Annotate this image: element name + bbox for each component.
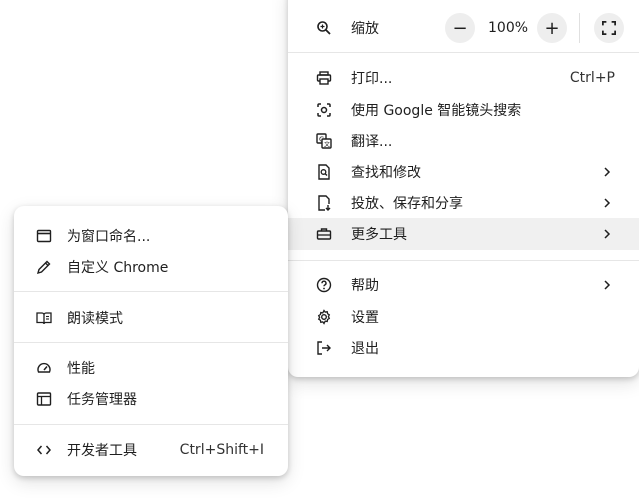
chevron-right-icon [604,167,611,177]
gear-icon [315,308,333,326]
chrome-main-menu: 缩放 − 100% + 打印... Ctrl+P 使用 Google 智能镜头搜… [288,0,639,377]
toolbox-icon [315,225,333,243]
menu-item-label: 朗读模式 [67,311,123,327]
zoom-icon [315,19,333,37]
submenu-item-developer-tools[interactable]: 开发者工具 Ctrl+Shift+I [14,434,288,466]
exit-icon [315,339,333,357]
chevron-right-icon [604,280,611,290]
menu-item-label: 任务管理器 [67,392,137,408]
code-icon [35,441,53,459]
translate-icon: G文 [315,132,333,150]
menu-item-print[interactable]: 打印... Ctrl+P [288,62,639,94]
speedometer-icon [35,359,53,377]
menu-item-label: 打印... [351,71,393,87]
zoom-separator [579,13,580,43]
more-tools-submenu: 为窗口命名... 自定义 Chrome 朗读模式 性能 任务管理器 开发者工具 … [14,206,288,476]
menu-item-exit[interactable]: 退出 [288,332,639,364]
menu-item-label: 退出 [351,341,379,357]
menu-item-settings[interactable]: 设置 [288,301,639,333]
menu-item-find-edit[interactable]: 查找和修改 [288,156,639,188]
submenu-item-task-manager[interactable]: 任务管理器 [14,383,288,415]
pencil-icon [35,258,53,276]
menu-item-label: 自定义 Chrome [67,260,169,276]
reading-mode-icon [35,309,53,327]
menu-item-label: 投放、保存和分享 [351,196,463,212]
cast-save-share-icon [315,194,333,212]
divider [288,52,639,53]
zoom-row: 缩放 − 100% + [288,12,639,44]
zoom-label: 缩放 [351,21,379,37]
help-icon [315,276,333,294]
menu-item-label: 性能 [67,361,95,377]
chevron-right-icon [604,198,611,208]
chevron-right-icon [604,229,611,239]
zoom-level: 100% [488,20,529,36]
submenu-item-performance[interactable]: 性能 [14,352,288,384]
submenu-item-reading-mode[interactable]: 朗读模式 [14,302,288,334]
divider [288,260,639,261]
divider [14,291,288,292]
zoom-out-button[interactable]: − [445,13,475,43]
menu-item-label: 开发者工具 [67,443,137,459]
fullscreen-button[interactable] [594,13,624,43]
shortcut-label: Ctrl+P [569,70,615,86]
submenu-item-name-window[interactable]: 为窗口命名... [14,220,288,252]
menu-item-translate[interactable]: G文 翻译... [288,125,639,157]
window-icon [35,227,53,245]
divider [14,424,288,425]
menu-item-cast-save-share[interactable]: 投放、保存和分享 [288,187,639,219]
printer-icon [315,69,333,87]
menu-item-more-tools[interactable]: 更多工具 [288,218,639,250]
google-lens-icon [315,101,333,119]
menu-item-label: 使用 Google 智能镜头搜索 [351,103,522,119]
menu-item-google-lens[interactable]: 使用 Google 智能镜头搜索 [288,94,639,126]
menu-item-label: 帮助 [351,278,379,294]
shortcut-label: Ctrl+Shift+I [179,442,264,458]
menu-item-label: 更多工具 [351,227,407,243]
menu-item-help[interactable]: 帮助 [288,269,639,301]
fullscreen-icon [602,21,616,35]
menu-item-label: 翻译... [351,134,393,150]
menu-item-label: 设置 [351,310,379,326]
task-manager-icon [35,390,53,408]
menu-item-label: 查找和修改 [351,165,421,181]
zoom-in-button[interactable]: + [537,13,567,43]
submenu-item-customize-chrome[interactable]: 自定义 Chrome [14,251,288,283]
find-icon [315,163,333,181]
divider [14,342,288,343]
svg-text:文: 文 [324,141,330,149]
menu-item-label: 为窗口命名... [67,229,151,245]
